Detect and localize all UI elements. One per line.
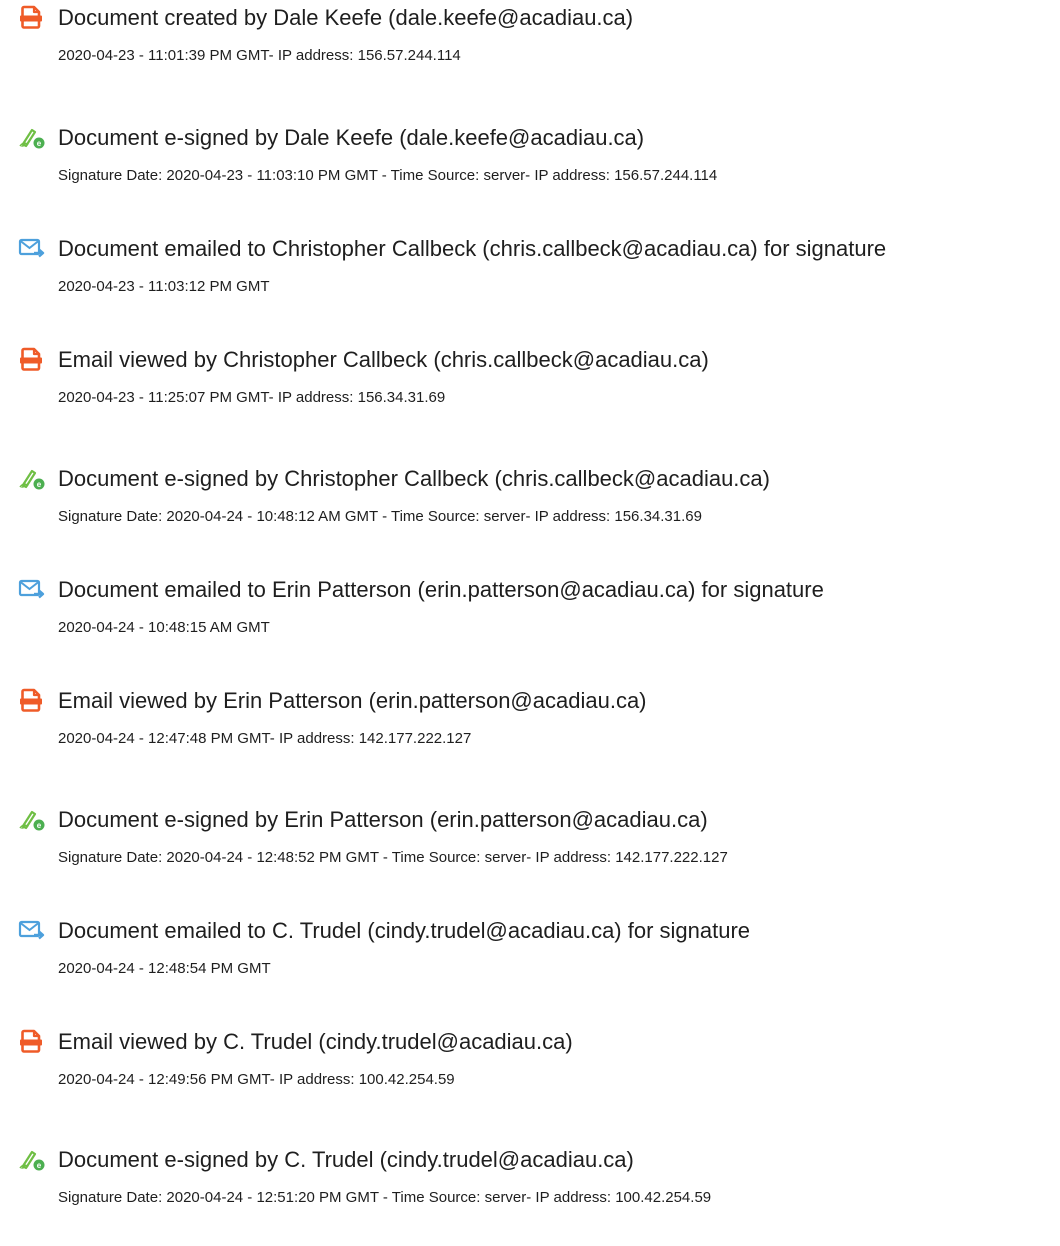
svg-text:e: e xyxy=(37,139,42,148)
audit-event: e Document e-signed by Christopher Callb… xyxy=(0,465,1060,565)
document-icon xyxy=(18,1028,44,1054)
event-title: Document e-signed by Christopher Callbec… xyxy=(58,466,770,491)
event-detail: 2020-04-24 - 12:48:54 PM GMT xyxy=(58,960,271,977)
event-title: Document emailed to Erin Patterson (erin… xyxy=(58,577,824,602)
email-send-icon xyxy=(18,576,45,602)
svg-text:e: e xyxy=(37,1161,42,1170)
document-icon xyxy=(18,346,44,372)
event-title: Email viewed by C. Trudel (cindy.trudel@… xyxy=(58,1029,573,1054)
audit-event: e Document e-signed by Erin Patterson (e… xyxy=(0,806,1060,906)
event-detail: Signature Date: 2020-04-24 - 12:51:20 PM… xyxy=(58,1189,712,1206)
audit-event: Email viewed by Christopher Callbeck (ch… xyxy=(0,346,1060,446)
email-send-icon xyxy=(18,235,45,261)
document-icon xyxy=(18,687,44,713)
audit-event: Document emailed to C. Trudel (cindy.tru… xyxy=(0,917,1060,1017)
audit-event: Email viewed by Erin Patterson (erin.pat… xyxy=(0,687,1060,787)
audit-event: e Document e-signed by Dale Keefe (dale.… xyxy=(0,124,1060,224)
esign-pen-icon: e xyxy=(18,465,45,491)
event-detail: 2020-04-24 - 12:49:56 PM GMT- IP address… xyxy=(58,1071,455,1088)
event-detail: Signature Date: 2020-04-24 - 10:48:12 AM… xyxy=(58,508,702,525)
audit-trail: Document created by Dale Keefe (dale.kee… xyxy=(0,0,1060,1224)
email-send-icon xyxy=(18,917,45,943)
audit-event: Document emailed to Christopher Callbeck… xyxy=(0,235,1060,335)
event-detail: 2020-04-24 - 10:48:15 AM GMT xyxy=(58,619,270,636)
event-detail: Signature Date: 2020-04-23 - 11:03:10 PM… xyxy=(58,167,718,184)
audit-event: Email viewed by C. Trudel (cindy.trudel@… xyxy=(0,1028,1060,1128)
event-detail: 2020-04-23 - 11:25:07 PM GMT- IP address… xyxy=(58,389,446,406)
svg-text:e: e xyxy=(37,480,42,489)
event-title: Document created by Dale Keefe (dale.kee… xyxy=(58,5,634,30)
audit-event: Document emailed to Erin Patterson (erin… xyxy=(0,576,1060,676)
event-title: Document e-signed by Erin Patterson (eri… xyxy=(58,807,708,832)
event-detail: 2020-04-23 - 11:03:12 PM GMT xyxy=(58,278,270,295)
event-title: Email viewed by Christopher Callbeck (ch… xyxy=(58,347,709,372)
esign-pen-icon: e xyxy=(18,1146,45,1172)
event-title: Document emailed to C. Trudel (cindy.tru… xyxy=(58,918,751,943)
audit-event: Document created by Dale Keefe (dale.kee… xyxy=(0,4,1060,104)
event-detail: Signature Date: 2020-04-24 - 12:48:52 PM… xyxy=(58,849,728,866)
esign-pen-icon: e xyxy=(18,806,45,832)
esign-pen-icon: e xyxy=(18,124,45,150)
event-detail: 2020-04-24 - 12:47:48 PM GMT- IP address… xyxy=(58,730,472,747)
event-title: Document emailed to Christopher Callbeck… xyxy=(58,236,887,261)
event-title: Email viewed by Erin Patterson (erin.pat… xyxy=(58,688,647,713)
event-detail: 2020-04-23 - 11:01:39 PM GMT- IP address… xyxy=(58,47,461,64)
event-title: Document e-signed by C. Trudel (cindy.tr… xyxy=(58,1147,634,1172)
event-title: Document e-signed by Dale Keefe (dale.ke… xyxy=(58,125,645,150)
document-icon xyxy=(18,4,44,30)
svg-text:e: e xyxy=(37,821,42,830)
audit-event: e Document e-signed by C. Trudel (cindy.… xyxy=(0,1146,1060,1246)
